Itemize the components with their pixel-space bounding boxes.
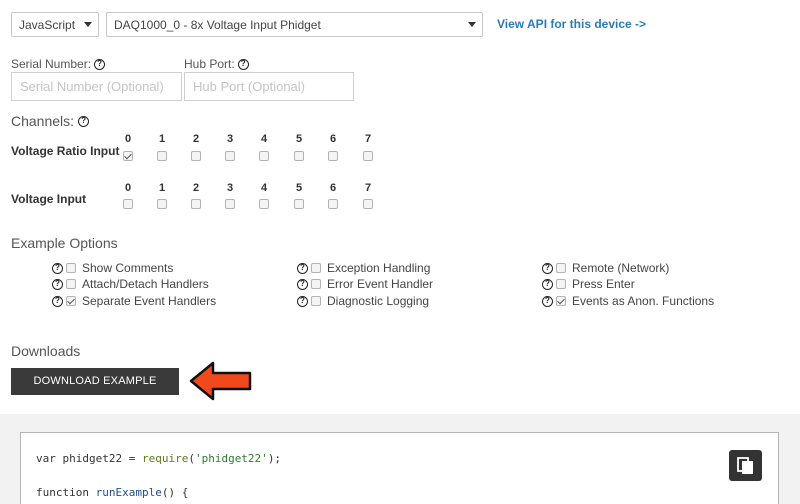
option-label: Press Enter bbox=[572, 277, 635, 291]
example-options-heading-text: Example Options bbox=[11, 235, 118, 251]
option-label: Show Comments bbox=[82, 261, 174, 275]
option-label: Exception Handling bbox=[327, 261, 431, 275]
option-item[interactable]: ? Events as Anon. Functions bbox=[542, 294, 714, 308]
example-options-heading: Example Options bbox=[11, 235, 118, 251]
option-item[interactable]: ? Show Comments bbox=[52, 261, 173, 275]
channel-checkbox[interactable] bbox=[259, 199, 269, 209]
channel-number: 4 bbox=[260, 182, 268, 194]
help-icon[interactable]: ? bbox=[297, 278, 308, 290]
channel-number: 1 bbox=[158, 133, 166, 145]
option-item[interactable]: ? Remote (Network) bbox=[542, 261, 669, 275]
help-icon[interactable]: ? bbox=[297, 295, 308, 307]
language-select[interactable]: JavaScript bbox=[11, 12, 99, 37]
copy-code-button[interactable] bbox=[729, 450, 762, 481]
downloads-heading: Downloads bbox=[11, 343, 80, 359]
option-checkbox[interactable] bbox=[556, 263, 566, 273]
channel-checkbox[interactable] bbox=[294, 199, 304, 209]
channel-checkbox[interactable] bbox=[294, 151, 304, 161]
help-icon[interactable]: ? bbox=[52, 295, 63, 307]
option-item[interactable]: ? Attach/Detach Handlers bbox=[52, 277, 209, 291]
option-checkbox[interactable] bbox=[311, 296, 321, 306]
channel-checkbox[interactable] bbox=[363, 151, 373, 161]
channel-number: 6 bbox=[329, 133, 337, 145]
channel-checkbox[interactable] bbox=[157, 151, 167, 161]
channel-checkbox[interactable] bbox=[363, 199, 373, 209]
channels-heading-text: Channels: bbox=[11, 113, 75, 129]
channel-number: 7 bbox=[364, 182, 372, 194]
option-checkbox[interactable] bbox=[66, 296, 76, 306]
option-label: Remote (Network) bbox=[572, 261, 670, 275]
channel-group-label: Voltage Ratio Input bbox=[11, 144, 120, 158]
help-icon[interactable]: ? bbox=[52, 262, 63, 274]
option-checkbox[interactable] bbox=[66, 279, 76, 289]
code-line: var phidget22 = require('phidget22'); bbox=[36, 452, 282, 465]
channel-group-label: Voltage Input bbox=[11, 192, 87, 206]
channel-number: 0 bbox=[124, 182, 132, 194]
channel-number: 5 bbox=[295, 182, 303, 194]
option-item[interactable]: ? Exception Handling bbox=[297, 261, 430, 275]
option-checkbox[interactable] bbox=[311, 263, 321, 273]
code-line: function runExample() { bbox=[36, 486, 189, 499]
hub-port-label-text: Hub Port: bbox=[184, 57, 235, 71]
channel-number: 3 bbox=[226, 182, 234, 194]
help-icon[interactable]: ? bbox=[542, 278, 553, 290]
help-icon[interactable]: ? bbox=[52, 278, 63, 290]
channels-heading: Channels: ? bbox=[11, 113, 90, 129]
option-checkbox[interactable] bbox=[556, 296, 566, 306]
view-api-link[interactable]: View API for this device -> bbox=[497, 17, 646, 31]
hub-port-input[interactable] bbox=[184, 72, 354, 101]
option-checkbox[interactable] bbox=[311, 279, 321, 289]
channel-number: 3 bbox=[226, 133, 234, 145]
option-label: Events as Anon. Functions bbox=[572, 294, 715, 308]
channel-checkbox[interactable] bbox=[123, 151, 133, 161]
hub-port-label: Hub Port: ? bbox=[184, 57, 249, 71]
channel-number: 2 bbox=[192, 133, 200, 145]
channel-checkbox[interactable] bbox=[157, 199, 167, 209]
channel-checkbox[interactable] bbox=[191, 199, 201, 209]
channel-checkbox[interactable] bbox=[225, 151, 235, 161]
chevron-down-icon bbox=[84, 22, 92, 27]
channel-number: 4 bbox=[260, 133, 268, 145]
help-icon[interactable]: ? bbox=[542, 262, 553, 274]
option-label: Attach/Detach Handlers bbox=[82, 277, 209, 291]
serial-number-label: Serial Number: ? bbox=[11, 57, 106, 71]
channel-number: 7 bbox=[364, 133, 372, 145]
channel-checkbox[interactable] bbox=[123, 199, 133, 209]
download-example-button[interactable]: DOWNLOAD EXAMPLE bbox=[11, 368, 179, 395]
device-select-value: DAQ1000_0 - 8x Voltage Input Phidget bbox=[114, 18, 321, 32]
device-select[interactable]: DAQ1000_0 - 8x Voltage Input Phidget bbox=[106, 12, 483, 37]
option-item[interactable]: ? Press Enter bbox=[542, 277, 635, 291]
option-label: Error Event Handler bbox=[327, 277, 434, 291]
language-select-value: JavaScript bbox=[19, 18, 76, 32]
serial-number-input[interactable] bbox=[11, 72, 182, 101]
channel-number: 0 bbox=[124, 133, 132, 145]
option-item[interactable]: ? Diagnostic Logging bbox=[297, 294, 429, 308]
arrow-left-icon bbox=[189, 361, 252, 401]
downloads-heading-text: Downloads bbox=[11, 343, 81, 359]
option-checkbox[interactable] bbox=[66, 263, 76, 273]
channel-number: 2 bbox=[192, 182, 200, 194]
help-icon[interactable]: ? bbox=[542, 295, 553, 307]
channel-checkbox[interactable] bbox=[328, 151, 338, 161]
option-checkbox[interactable] bbox=[556, 279, 566, 289]
chevron-down-icon bbox=[468, 22, 476, 27]
option-item[interactable]: ? Error Event Handler bbox=[297, 277, 433, 291]
help-icon[interactable]: ? bbox=[297, 262, 308, 274]
help-icon[interactable]: ? bbox=[237, 58, 249, 70]
help-icon[interactable]: ? bbox=[78, 115, 90, 127]
copy-icon bbox=[737, 457, 753, 474]
channel-number: 1 bbox=[158, 182, 166, 194]
channel-checkbox[interactable] bbox=[259, 151, 269, 161]
serial-number-label-text: Serial Number: bbox=[11, 57, 92, 71]
channel-checkbox[interactable] bbox=[328, 199, 338, 209]
channel-number: 6 bbox=[329, 182, 337, 194]
option-label: Separate Event Handlers bbox=[82, 294, 217, 308]
channel-checkbox[interactable] bbox=[225, 199, 235, 209]
help-icon[interactable]: ? bbox=[94, 58, 106, 70]
channel-number: 5 bbox=[295, 133, 303, 145]
option-item[interactable]: ? Separate Event Handlers bbox=[52, 294, 216, 308]
option-label: Diagnostic Logging bbox=[327, 294, 430, 308]
channel-checkbox[interactable] bbox=[191, 151, 201, 161]
